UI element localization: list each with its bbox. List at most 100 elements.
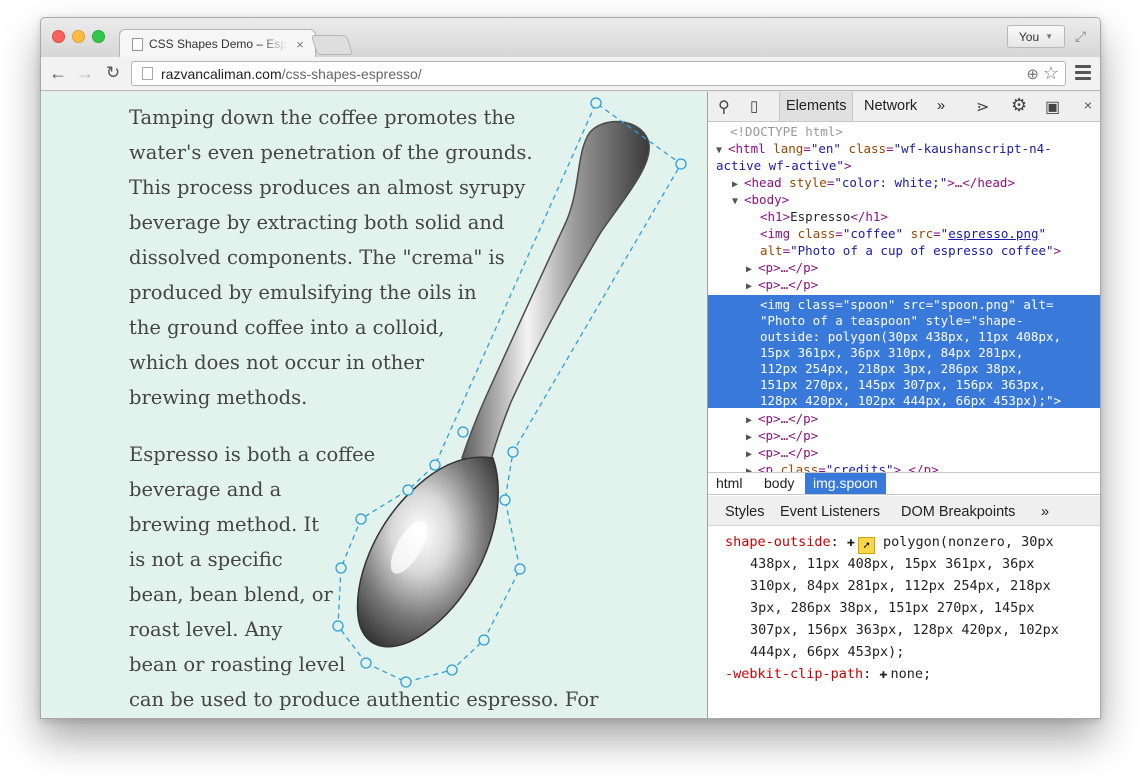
shape-handle[interactable] (402, 484, 414, 496)
shape-handle[interactable] (355, 513, 367, 525)
dom-node-p[interactable]: ▶ <p>…</p> (746, 276, 818, 295)
dom-node-img-coffee[interactable]: <img class="coffee" src="espresso.png" (760, 225, 1046, 242)
shape-handle[interactable] (335, 562, 347, 574)
selected-line: "Photo of a teaspoon" style="shape- (760, 313, 1024, 328)
breadcrumb-body[interactable]: body (756, 473, 802, 494)
close-icon[interactable]: × (1084, 97, 1092, 113)
attr-name: lang (773, 141, 804, 156)
gear-icon[interactable]: ⚙ (1011, 95, 1027, 116)
tab-elements[interactable]: Elements (779, 92, 854, 121)
shape-editor-cursor-icon[interactable]: ➚ (857, 537, 875, 554)
shape-handle[interactable] (332, 620, 344, 632)
tab-network[interactable]: Network (858, 92, 923, 121)
css-property-value[interactable]: polygon(nonzero, 30px (883, 534, 1054, 550)
devtools-panel: ⚲ ▯ Elements Network » ⋗ ⚙ ▣ × <!DOCTYPE… (707, 92, 1100, 718)
tag-text: <head (744, 175, 782, 190)
css-property-name[interactable]: -webkit-clip-path (725, 666, 863, 682)
reload-icon[interactable]: ↻ (102, 62, 124, 84)
shape-handle[interactable] (429, 459, 441, 471)
dom-node-html-cont: active wf-active"> (716, 158, 852, 173)
fullscreen-icon[interactable]: ⤢ (1075, 28, 1086, 45)
selected-line: 151px 270px, 145px 307px, 156px 363px, (760, 377, 1046, 392)
attr-value: "wf-kaushanscript-n4- (893, 141, 1052, 156)
breadcrumb-img-spoon[interactable]: img.spoon (805, 473, 886, 494)
profile-button[interactable]: You ▼ (1007, 25, 1065, 48)
attr-name: class (848, 141, 887, 156)
dock-icon[interactable]: ▣ (1045, 97, 1060, 117)
address-bar[interactable]: razvancaliman.com/css-shapes-espresso/ ⊕… (131, 61, 1066, 86)
attr-value: "en" (810, 141, 841, 156)
attr-name: alt (760, 243, 783, 258)
search-icon[interactable]: ⚲ (718, 97, 730, 117)
forward-arrow-icon[interactable]: → (74, 62, 96, 84)
tag-text: <h1> (760, 209, 791, 224)
style-row-clip-path[interactable]: -webkit-clip-path: ✚ none; (725, 663, 931, 685)
hamburger-menu-icon[interactable] (1075, 65, 1091, 83)
dom-tree: <!DOCTYPE html> ▼ <html lang="en" class="… (708, 123, 1100, 477)
more-tabs-icon[interactable]: » (1041, 496, 1049, 526)
close-window-button[interactable] (52, 30, 65, 43)
cross-move-icon[interactable]: ✚ (879, 666, 887, 682)
shape-handle[interactable] (675, 158, 687, 170)
tag-text: <p>…</p> (758, 445, 819, 460)
tag-text: <p>…</p> (758, 411, 819, 426)
tag-text: <html (728, 141, 766, 156)
expanded-triangle-icon[interactable]: ▼ (732, 193, 744, 210)
src-link[interactable]: espresso.png (948, 226, 1038, 241)
selected-line: 128px 420px, 102px 444px, 66px 453px);"> (760, 393, 1062, 408)
page-icon (142, 67, 153, 80)
console-drawer-icon[interactable]: ⋗ (976, 97, 989, 117)
zoom-icon[interactable]: ⊕ (1026, 65, 1039, 83)
shape-handle[interactable] (360, 657, 372, 669)
title-bar: CSS Shapes Demo – Espresso × You ▼ ⤢ (41, 18, 1100, 58)
new-tab-button[interactable] (310, 35, 354, 55)
tab-title: CSS Shapes Demo – Espresso (149, 37, 287, 51)
shape-handle[interactable] (507, 446, 519, 458)
tab-close-icon[interactable]: × (293, 37, 307, 52)
url-path: /css-shapes-espresso/ (281, 65, 422, 82)
css-property-value[interactable]: none; (890, 666, 931, 682)
tab-dom-breakpoints[interactable]: DOM Breakpoints (901, 496, 1015, 526)
shape-handle[interactable] (400, 676, 412, 688)
spoon-bowl (356, 456, 499, 648)
tab-styles[interactable]: Styles (725, 496, 765, 526)
shape-handle[interactable] (446, 664, 458, 676)
shape-handle[interactable] (457, 426, 469, 438)
browser-tab[interactable]: CSS Shapes Demo – Espresso × (119, 29, 316, 58)
breadcrumb: html body img.spoon (708, 472, 1100, 495)
style-row-shape-outside[interactable]: shape-outside: ✚ ➚ polygon(nonzero, 30px (725, 531, 1054, 554)
attr-name: style (789, 175, 827, 190)
attr-name: class (797, 226, 836, 241)
bookmark-star-icon[interactable]: ☆ (1043, 63, 1059, 84)
attr-name: src (910, 226, 934, 241)
styles-pane: shape-outside: ✚ ➚ polygon(nonzero, 30px 43… (708, 526, 1100, 718)
shape-handle[interactable] (590, 97, 602, 109)
collapsed-triangle-icon[interactable]: ▶ (746, 278, 758, 295)
page-icon (132, 37, 143, 51)
mobile-device-icon[interactable]: ▯ (750, 97, 758, 115)
text-node: Espresso (790, 209, 851, 224)
selected-line: outside: polygon(30px 438px, 11px 408px, (760, 329, 1062, 344)
doctype-text: <!DOCTYPE html> (730, 124, 843, 139)
zoom-window-button[interactable] (92, 30, 105, 43)
cross-move-icon[interactable]: ✚ (847, 534, 855, 550)
devtools-toolbar: ⚲ ▯ Elements Network » ⋗ ⚙ ▣ × (708, 92, 1100, 122)
browser-toolbar: ← → ↻ razvancaliman.com/css-shapes-espre… (41, 57, 1100, 91)
dom-node-img-spoon-selected[interactable]: <img class="spoon" src="spoon.png" alt= … (708, 295, 1100, 408)
chevron-down-icon: ▼ (1045, 32, 1054, 41)
shape-handle[interactable] (499, 494, 511, 506)
tag-text: <p>…</p> (758, 277, 819, 292)
styles-pane-tabs: Styles Event Listeners DOM Breakpoints » (708, 496, 1100, 526)
shape-handle[interactable] (478, 634, 490, 646)
selected-line: 112px 254px, 218px 3px, 286px 38px, (760, 361, 1024, 376)
css-property-name[interactable]: shape-outside (725, 534, 831, 550)
more-tabs-icon[interactable]: » (931, 92, 951, 121)
back-arrow-icon[interactable]: ← (47, 62, 69, 84)
dom-node-doctype[interactable]: <!DOCTYPE html> (730, 123, 843, 140)
minimize-window-button[interactable] (72, 30, 85, 43)
shape-handle[interactable] (514, 563, 526, 575)
css-value-line: 307px, 156px 363px, 128px 420px, 102px (750, 622, 1059, 638)
tab-event-listeners[interactable]: Event Listeners (780, 496, 880, 526)
breadcrumb-html[interactable]: html (708, 473, 750, 494)
dom-node-h1[interactable]: <h1>Espresso</h1> (760, 208, 888, 225)
